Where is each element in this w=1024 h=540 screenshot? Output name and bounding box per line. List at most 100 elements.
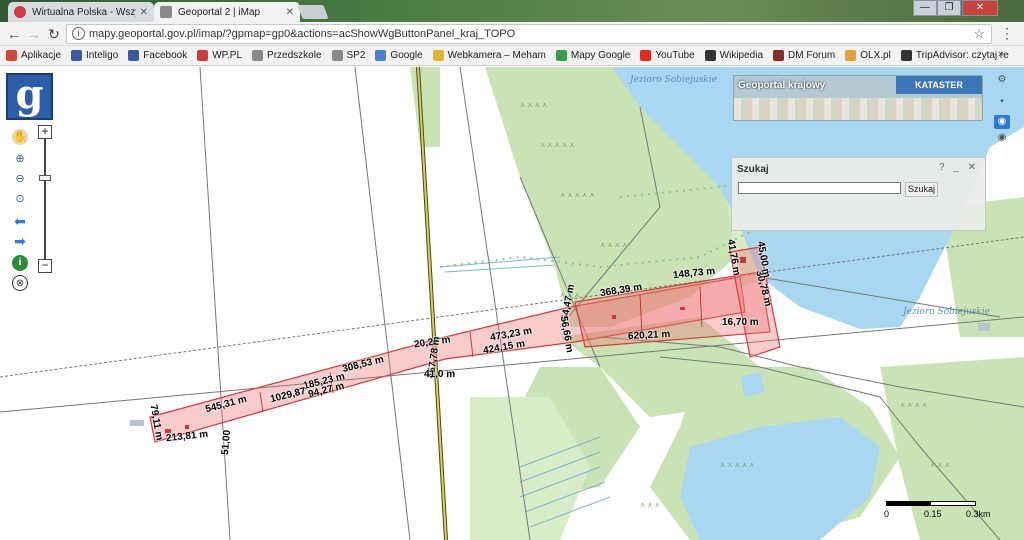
bookmark-item[interactable]: Facebook — [128, 50, 187, 61]
bookmark-item[interactable]: DM Forum — [773, 50, 835, 61]
overview-title: Geoportal krajowy — [738, 80, 826, 91]
scale-label: 0.3km — [966, 509, 991, 519]
bookmark-label: Google — [390, 50, 423, 61]
measurement-label: 16,70 m — [722, 317, 759, 328]
svg-text:⋏ ⋏ ⋏: ⋏ ⋏ ⋏ — [640, 501, 660, 509]
zoom-slider[interactable]: + − — [38, 125, 52, 275]
bookmark-label: Mapy Google — [570, 50, 631, 61]
svg-text:⋏ ⋏ ⋏ ⋏ ⋏: ⋏ ⋏ ⋏ ⋏ ⋏ — [720, 461, 755, 469]
eye-active-icon[interactable]: ◉ — [994, 115, 1010, 129]
tripadvisor-icon — [900, 50, 912, 61]
bookmarks-overflow-icon[interactable]: » — [998, 48, 1004, 60]
eye-icon[interactable]: ◉ — [994, 131, 1010, 145]
lake-label: Jezioro Sobiejuskie — [630, 75, 717, 85]
bookmark-item[interactable]: Przedszkole — [252, 50, 322, 61]
bookmark-item[interactable]: TripAdvisor: czytaj re — [900, 50, 1009, 61]
measurement-label: 41,0 m — [424, 369, 456, 380]
scale-graphic — [886, 501, 976, 506]
bookmark-item[interactable]: SP2 — [331, 50, 366, 61]
zoom-plus-button[interactable]: + — [38, 125, 52, 139]
bookmark-item[interactable]: Google — [375, 50, 423, 61]
search-input[interactable] — [738, 182, 901, 194]
tab-label: Geoportal 2 | iMap — [178, 6, 261, 18]
tab-label: Wirtualna Polska - Wszy — [32, 6, 136, 18]
info-icon[interactable]: i — [72, 27, 85, 40]
bookmark-label: Inteligo — [86, 50, 119, 61]
previous-view-icon[interactable]: ⬅ — [12, 213, 28, 229]
info-icon[interactable]: i — [12, 255, 28, 271]
bookmark-item[interactable]: Inteligo — [71, 50, 118, 61]
svg-text:⋏ ⋏ ⋏ ⋏: ⋏ ⋏ ⋏ ⋏ — [520, 101, 547, 109]
pan-hand-icon[interactable]: ✋ — [12, 129, 28, 145]
bookmark-label: YouTube — [655, 50, 695, 61]
bookmark-item[interactable]: Webkamera – Meham — [432, 50, 546, 61]
browser-tab-bar: Wirtualna Polska - Wszy ✕ Geoportal 2 | … — [0, 0, 1024, 22]
search-panel: Szukaj ? _ ✕ Szukaj — [731, 157, 986, 231]
measure-tool-icon[interactable]: ⊗ — [12, 275, 28, 291]
reload-icon[interactable]: ↻ — [46, 26, 62, 42]
back-arrow-icon[interactable]: ← — [6, 26, 22, 42]
zoom-minus-button[interactable]: − — [38, 259, 52, 273]
search-panel-title: Szukaj — [737, 164, 769, 175]
page-icon — [252, 50, 264, 61]
topographic-map[interactable]: ⋏ ⋏ ⋏ ⋏ ⋏ ⋏ ⋏ ⋏ ⋏ ⋏ ⋏ ⋏ ⋏ ⋏ ⋏ ⋏ ⋏ ⋏ ⋏ ⋏ … — [0, 67, 1024, 540]
maps-icon — [555, 50, 567, 61]
map-canvas[interactable]: ⋏ ⋏ ⋏ ⋏ ⋏ ⋏ ⋏ ⋏ ⋏ ⋏ ⋏ ⋏ ⋏ ⋏ ⋏ ⋏ ⋏ ⋏ ⋏ ⋏ … — [0, 67, 1024, 540]
zoom-extent-icon[interactable]: ⊙ — [12, 191, 28, 207]
next-view-icon[interactable]: ➡ — [12, 233, 28, 249]
bookmark-label: Facebook — [143, 50, 188, 61]
bookmark-item[interactable]: Mapy Google — [555, 50, 631, 61]
url-text: mapy.geoportal.gov.pl/imap/?gpmap=gp0&ac… — [89, 28, 516, 40]
bookmark-label: Wikipedia — [719, 50, 764, 61]
geoportal-logo[interactable]: g — [6, 73, 53, 120]
close-tab-icon[interactable]: ✕ — [140, 7, 148, 18]
close-window-button[interactable]: ✕ — [962, 0, 998, 16]
zoom-out-icon[interactable]: ⊖ — [12, 171, 28, 187]
svg-text:⋏ ⋏ ⋏ ⋏: ⋏ ⋏ ⋏ ⋏ — [900, 401, 927, 409]
olx-icon — [845, 50, 857, 61]
lake-label: Jezioro Sobiejuskie — [903, 307, 990, 317]
bookmark-item[interactable]: Aplikacje — [6, 50, 61, 61]
search-button[interactable]: Szukaj — [905, 182, 938, 197]
bookmark-item[interactable]: WP.PL — [197, 50, 242, 61]
forward-arrow-icon[interactable]: → — [26, 26, 42, 42]
apps-grid-icon — [6, 50, 17, 61]
panel-controls[interactable]: ? _ ✕ — [939, 162, 979, 173]
page-icon — [331, 50, 343, 61]
zoom-in-icon[interactable]: ⊕ — [12, 151, 28, 167]
scale-bar: 0 0.15 0.3km — [884, 499, 994, 523]
dot-icon[interactable]: • — [994, 95, 1010, 109]
bookmark-item[interactable]: Wikipedia — [704, 50, 764, 61]
address-bar-row: ← → ↻ i mapy.geoportal.gov.pl/imap/?gpma… — [0, 22, 1024, 46]
facebook-icon — [128, 50, 140, 61]
bookmark-star-icon[interactable]: ☆ — [973, 25, 985, 43]
scale-label: 0 — [884, 509, 890, 519]
bookmark-item[interactable]: OLX.pl — [845, 50, 891, 61]
bookmark-label: SP2 — [346, 50, 366, 61]
settings-gear-icon[interactable]: ⚙ — [994, 73, 1010, 87]
tab-wirtualna-polska[interactable]: Wirtualna Polska - Wszy ✕ — [8, 2, 154, 22]
scale-label: 0.15 — [924, 509, 942, 519]
url-field[interactable]: i mapy.geoportal.gov.pl/imap/?gpmap=gp0&… — [66, 24, 992, 44]
overview-map-panel[interactable]: Geoportal krajowy KATASTER — [733, 75, 983, 121]
zoom-thumb[interactable] — [39, 175, 51, 181]
wp-icon — [197, 50, 209, 61]
tab-geoportal[interactable]: Geoportal 2 | iMap ✕ — [154, 2, 300, 22]
bookmark-label: Przedszkole — [267, 50, 322, 61]
browser-menu-icon[interactable]: ⋮ — [1000, 25, 1014, 42]
minimize-button[interactable]: — — [913, 0, 937, 16]
new-tab-button[interactable] — [297, 5, 329, 19]
bookmark-label: DM Forum — [788, 50, 836, 61]
webcam-icon — [432, 50, 444, 61]
measurement-label: 620,21 m — [627, 328, 671, 343]
bookmarks-bar: Aplikacje Inteligo Facebook WP.PL Przedszkol… — [0, 46, 1024, 66]
forum-icon — [773, 50, 785, 61]
close-tab-icon[interactable]: ✕ — [286, 7, 294, 18]
kataster-button[interactable]: KATASTER — [896, 76, 982, 94]
bookmark-label: OLX.pl — [860, 50, 891, 61]
maximize-button[interactable]: ❐ — [937, 0, 961, 16]
bookmark-label: Webkamera – Meham — [447, 50, 546, 61]
wikipedia-icon — [704, 50, 716, 61]
bookmark-item[interactable]: YouTube — [640, 50, 695, 61]
svg-text:⋏ ⋏ ⋏ ⋏: ⋏ ⋏ ⋏ ⋏ — [600, 241, 627, 249]
